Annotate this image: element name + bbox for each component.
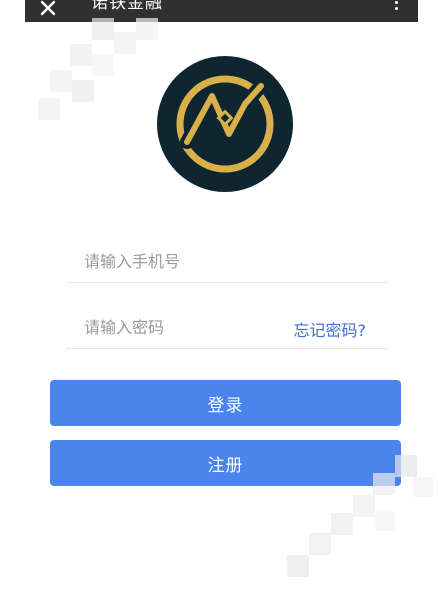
phone-input[interactable] [84,242,284,280]
top-nav-bar: 诺铁金融 [25,0,418,22]
password-input[interactable] [84,308,284,346]
more-menu-button[interactable] [390,0,404,16]
close-icon [40,0,56,16]
register-button[interactable]: 注册 [50,440,401,486]
more-dot-icon [395,7,398,10]
phone-field [66,242,388,283]
login-button[interactable]: 登录 [50,380,401,426]
page-title: 诺铁金融 [91,0,163,13]
back-button[interactable] [35,0,61,20]
forgot-password-link[interactable]: 忘记密码? [294,317,367,341]
app-logo [157,56,293,192]
more-dot-icon [395,1,398,4]
logo-icon [157,56,293,192]
password-field: 忘记密码? [66,308,388,349]
